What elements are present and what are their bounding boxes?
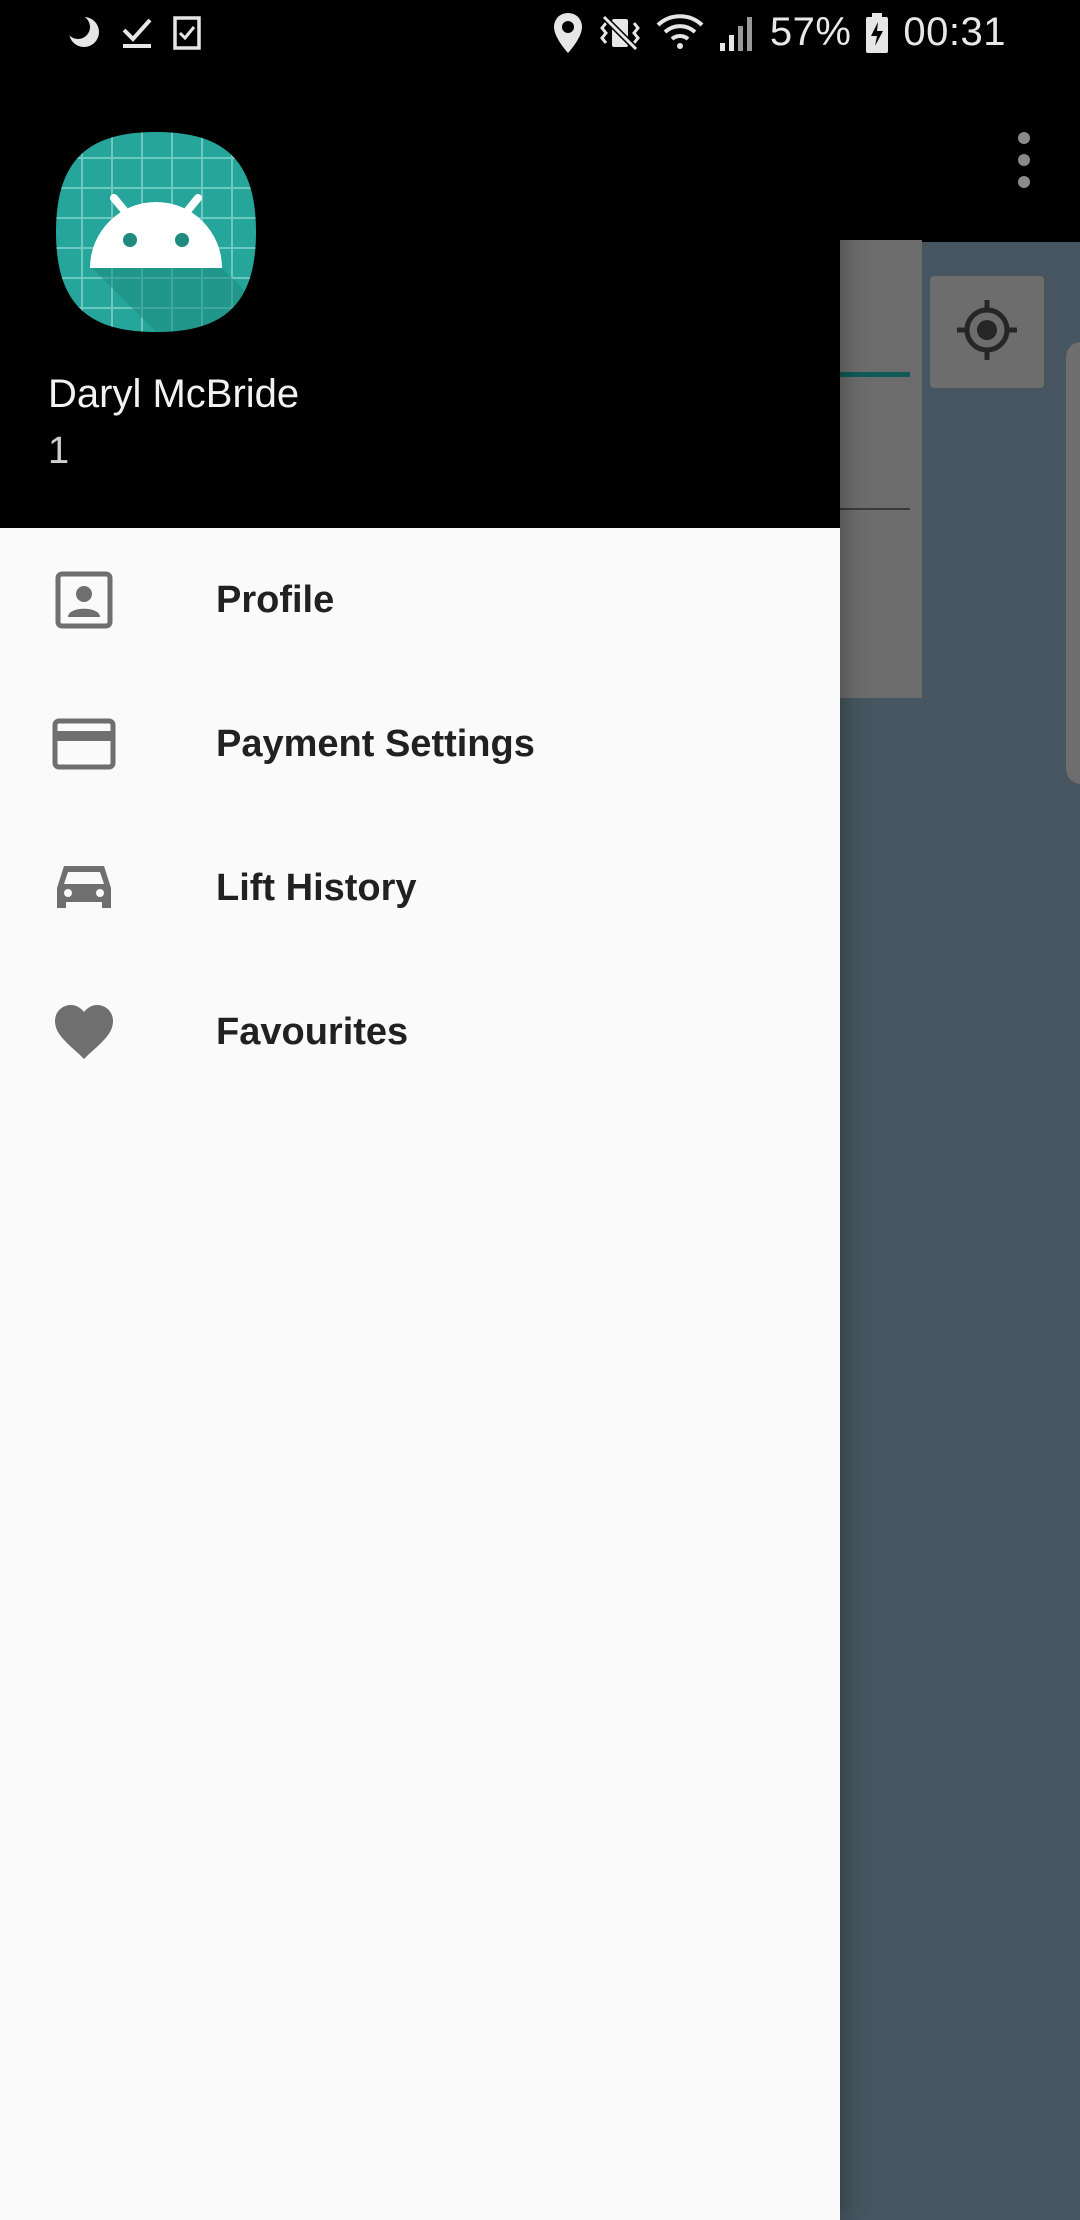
signal-icon [718, 13, 756, 53]
battery-icon [865, 12, 889, 54]
heart-icon [52, 1000, 116, 1064]
wifi-icon [656, 13, 704, 53]
menu-item-payment-settings[interactable]: Payment Settings [0, 672, 840, 816]
navigation-drawer: Daryl McBride 1 Profile Payment Settings [0, 72, 840, 2220]
check-download-icon [120, 14, 154, 50]
status-bar: 57% 00:31 [0, 0, 1080, 72]
vibrate-mute-icon [598, 13, 642, 53]
credit-card-icon [52, 712, 116, 776]
location-pin-icon [552, 11, 584, 55]
more-vert-icon[interactable] [1012, 130, 1036, 190]
menu-item-label: Lift History [216, 866, 417, 909]
android-app-icon[interactable] [52, 128, 260, 336]
menu-item-label: Payment Settings [216, 722, 535, 765]
car-icon [52, 856, 116, 920]
clock: 00:31 [903, 10, 1006, 54]
user-subtitle: 1 [48, 430, 70, 472]
user-name: Daryl McBride [48, 372, 300, 416]
menu-item-label: Favourites [216, 1010, 409, 1053]
menu-item-favourites[interactable]: Favourites [0, 960, 840, 1104]
profile-icon [52, 568, 116, 632]
my-location-button[interactable] [930, 276, 1044, 388]
menu-item-label: Profile [216, 578, 335, 621]
my-location-icon [955, 298, 1019, 367]
battery-percentage: 57% [769, 10, 852, 54]
clipboard-check-icon [172, 14, 202, 50]
moon-icon [66, 14, 102, 50]
drawer-header: Daryl McBride 1 [0, 72, 840, 528]
menu-item-profile[interactable]: Profile [0, 528, 840, 672]
drawer-menu: Profile Payment Settings Lift History Fa… [0, 528, 840, 1104]
bottom-sheet-edge[interactable] [1066, 342, 1080, 784]
menu-item-lift-history[interactable]: Lift History [0, 816, 840, 960]
